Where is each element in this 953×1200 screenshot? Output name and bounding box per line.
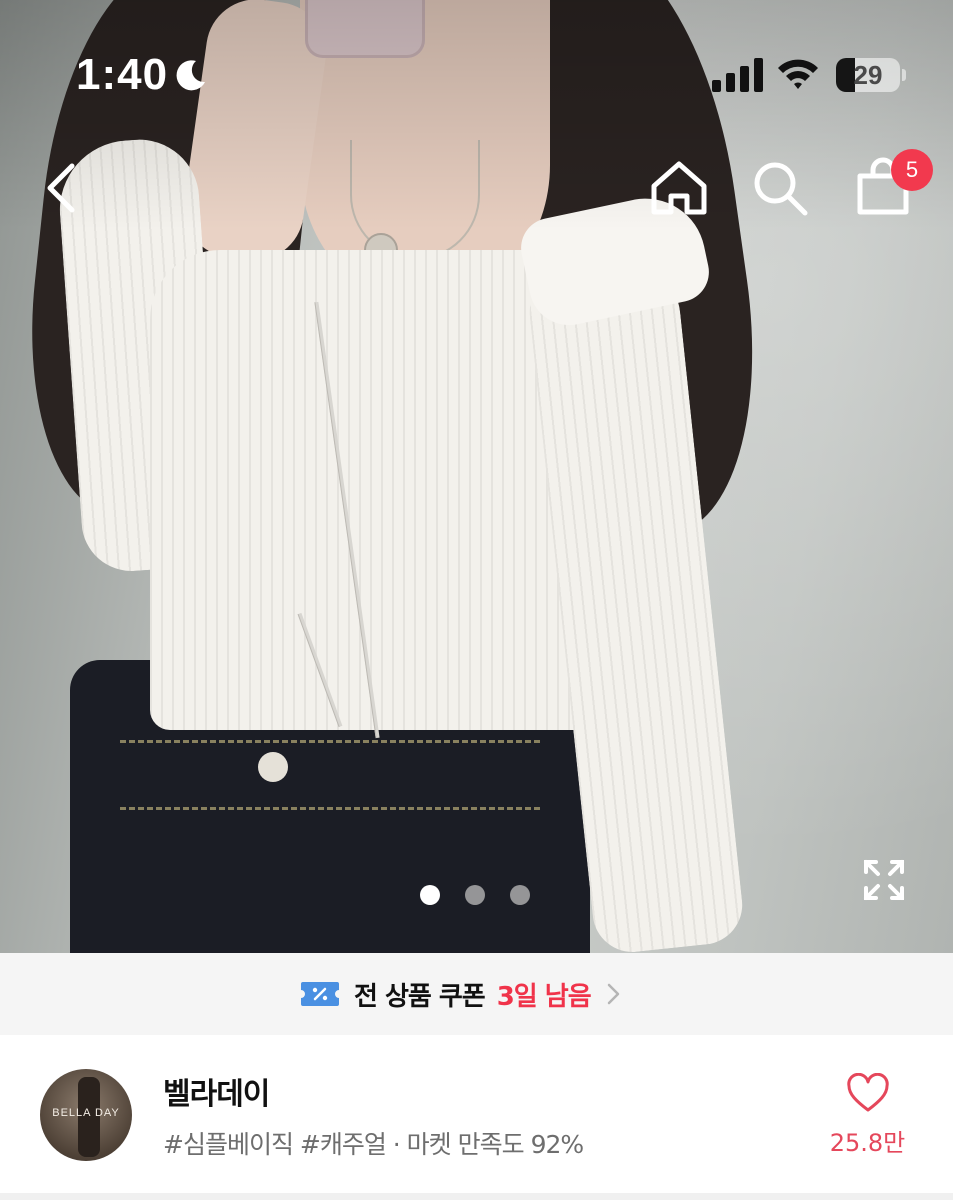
shop-info-row[interactable]: BELLA DAY 벨라데이 #심플베이직 #캐주얼 · 마켓 만족도 92% … <box>0 1035 953 1195</box>
status-time: 1:40 <box>76 50 169 99</box>
gallery-dot[interactable] <box>510 885 530 905</box>
avatar-logo-text: BELLA DAY <box>52 1107 120 1119</box>
coupon-banner[interactable]: 전 상품 쿠폰 3일 남음 <box>0 953 953 1035</box>
gallery-dot[interactable] <box>420 885 440 905</box>
signal-icon <box>712 58 763 92</box>
battery-level: 29 <box>853 60 883 90</box>
shop-name[interactable]: 벨라데이 <box>163 1069 270 1113</box>
chevron-right-icon <box>607 983 619 1005</box>
product-detail-page: 1:40 29 5 전 상품 쿠폰 3일 남음 BELLA DAY 벨라데이 #… <box>0 0 953 1200</box>
home-icon[interactable] <box>646 156 712 220</box>
section-divider <box>0 1193 953 1200</box>
shop-tags: #심플베이직 #캐주얼 · 마켓 만족도 92% <box>163 1130 584 1159</box>
expand-icon[interactable] <box>862 858 906 902</box>
battery-shell: 29 <box>836 58 900 92</box>
wifi-icon <box>778 59 818 89</box>
status-bar: 1:40 29 <box>0 0 953 150</box>
moon-icon <box>176 60 205 91</box>
battery-icon: 29 <box>836 58 906 92</box>
back-arrow-icon[interactable] <box>36 158 92 218</box>
gallery-pagination <box>420 885 540 905</box>
search-icon[interactable] <box>748 156 812 220</box>
coupon-content: 전 상품 쿠폰 3일 남음 <box>300 976 621 1012</box>
coupon-days-left: 3일 남음 <box>496 981 592 1012</box>
image-jeans-stitching <box>120 740 540 810</box>
heart-icon[interactable] <box>846 1073 890 1113</box>
image-jeans-button <box>258 752 288 782</box>
gallery-dot[interactable] <box>465 885 485 905</box>
coupon-label: 전 상품 쿠폰 <box>354 981 486 1012</box>
shop-avatar[interactable]: BELLA DAY <box>40 1069 132 1161</box>
coupon-ticket-icon <box>301 982 339 1006</box>
battery-nub <box>902 69 906 81</box>
cart-count-badge: 5 <box>891 149 933 191</box>
like-count: 25.8만 <box>829 1129 906 1157</box>
